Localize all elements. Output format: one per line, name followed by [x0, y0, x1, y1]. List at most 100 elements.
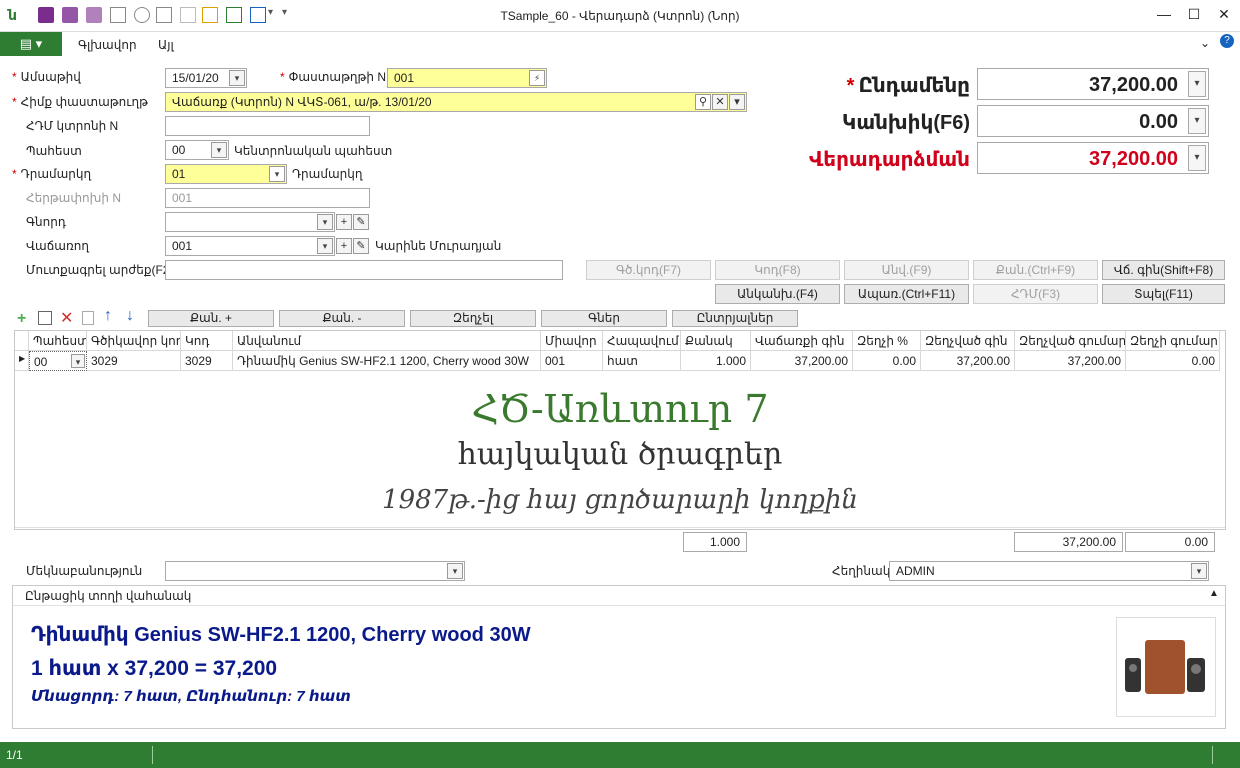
col-header-discounted-sum[interactable]: Զեղչված գումար [1015, 331, 1126, 351]
date-label: Ամսաթիվ [20, 70, 81, 84]
clear-icon[interactable]: ✕ [712, 94, 728, 110]
maximize-button[interactable]: ☐ [1182, 4, 1206, 24]
value-input-label: Մուտքագրել արժեք(F2) [26, 263, 174, 277]
seller-field[interactable]: 001 ▾ [165, 236, 335, 256]
qty-button[interactable]: Քան.(Ctrl+F9) [973, 260, 1098, 280]
edit-row-icon[interactable] [38, 311, 52, 325]
table-row-name-cell[interactable]: Դինամիկ Genius SW-HF2.1 1200, Cherry woo… [233, 351, 541, 371]
col-header-barcode[interactable]: Գծիկավոր կոդ [87, 331, 181, 351]
page-indicator: 1/1 [6, 748, 23, 762]
comment-field[interactable]: ▾ [165, 561, 465, 581]
col-header-discount-sum[interactable]: Զեղչի գումար [1126, 331, 1220, 351]
prepaid-field[interactable]: 0.00 ▾ [977, 105, 1209, 137]
seller-edit-icon[interactable]: ✎ [353, 238, 369, 254]
row-warehouse-dropdown-icon[interactable]: ▾ [71, 354, 85, 368]
docnum-field[interactable]: 001 ⚡ [387, 68, 547, 88]
col-header-qty[interactable]: Քանակ [681, 331, 751, 351]
cashbox-field[interactable]: 01 ▾ [165, 164, 287, 184]
panel-item-name: Դինամիկ Genius SW-HF2.1 1200, Cherry woo… [31, 624, 531, 646]
table-row-unit-cell[interactable]: 001 [541, 351, 603, 371]
noncash-button[interactable]: Անկանխ.(F4) [715, 284, 840, 304]
barcode-button[interactable]: Գծ.կոդ(F7) [586, 260, 711, 280]
author-field[interactable]: ADMIN ▾ [889, 561, 1209, 581]
col-header-sale-price[interactable]: Վաճառքի գին [751, 331, 853, 351]
help-icon[interactable]: ? [1220, 34, 1234, 48]
total-field[interactable]: 37,200.00 ▾ [977, 68, 1209, 100]
collapse-ribbon-icon[interactable]: ⌄ [1200, 36, 1210, 50]
seller-name: Կարինե Մուրադյան [375, 239, 502, 253]
print-button[interactable]: Տպել(F11) [1102, 284, 1225, 304]
col-header-discounted-price[interactable]: Զեղչված գին [921, 331, 1015, 351]
calendar-dropdown-icon[interactable]: ▾ [229, 70, 245, 86]
code-button[interactable]: Կոդ(F8) [715, 260, 840, 280]
buyer-edit-icon[interactable]: ✎ [353, 214, 369, 230]
qty-plus-button[interactable]: Քան. + [148, 310, 274, 327]
table-row-qty-cell[interactable]: 1.000 [681, 351, 751, 371]
value-input-field[interactable] [165, 260, 563, 280]
hdm-button[interactable]: ՀԴՄ(F3) [973, 284, 1098, 304]
buyer-add-icon[interactable]: + [336, 214, 352, 230]
seller-add-icon[interactable]: + [336, 238, 352, 254]
table-row-discounted-sum-cell[interactable]: 37,200.00 [1015, 351, 1126, 371]
minimize-button[interactable]: — [1152, 4, 1176, 24]
file-menu-button[interactable]: ▤ ▾ [0, 32, 62, 56]
base-doc-field[interactable]: Վաճառք (Կտրոն) N ՎԿՏ-061, ա/թ. 13/01/20 [165, 92, 747, 112]
seller-dropdown-icon[interactable]: ▾ [317, 238, 333, 254]
menu-other[interactable]: Այլ [158, 38, 174, 52]
warehouse-dropdown-icon[interactable]: ▾ [211, 142, 227, 158]
sale-price-button[interactable]: Վճ. գին(Shift+F8) [1102, 260, 1225, 280]
table-row-discounted-price-cell[interactable]: 37,200.00 [921, 351, 1015, 371]
copy-row-icon[interactable] [82, 311, 94, 325]
table-row-barcode-cell[interactable]: 3029 [87, 351, 181, 371]
author-label: Հեղինակ [832, 564, 891, 578]
base-doc-dropdown-icon[interactable]: ▾ [729, 94, 745, 110]
items-grid: Պահեստ Գծիկավոր կոդ Կոդ Անվանում Միավոր … [14, 330, 1226, 530]
table-row-abbr-cell[interactable]: հատ [603, 351, 681, 371]
prepaid-dropdown-icon[interactable]: ▾ [1188, 108, 1206, 134]
cashbox-name: Դրամարկղ [292, 167, 363, 181]
table-row-price-cell[interactable]: 37,200.00 [751, 351, 853, 371]
menu-home[interactable]: Գլխավոր [78, 38, 137, 52]
qty-minus-button[interactable]: Քան. - [279, 310, 405, 327]
date-field[interactable]: 15/01/20 ▾ [165, 68, 247, 88]
name-button[interactable]: Անվ.(F9) [844, 260, 969, 280]
col-header-name[interactable]: Անվանում [233, 331, 541, 351]
warehouse-field[interactable]: 00 ▾ [165, 140, 229, 160]
search-icon[interactable]: ⚲ [695, 94, 711, 110]
total-dropdown-icon[interactable]: ▾ [1188, 71, 1206, 97]
table-row-discount-sum-cell[interactable]: 0.00 [1126, 351, 1220, 371]
promo-title: ՀԾ-Առևտուր 7 [471, 387, 769, 431]
comment-dropdown-icon[interactable]: ▾ [447, 563, 463, 579]
table-row-warehouse-cell[interactable]: 00 ▾ [29, 351, 87, 371]
favorites-button[interactable]: Ընտրյալներ [672, 310, 798, 327]
refund-field[interactable]: 37,200.00 ▾ [977, 142, 1209, 174]
collapse-panel-icon[interactable]: ▲ [1209, 588, 1219, 599]
buyer-dropdown-icon[interactable]: ▾ [317, 214, 333, 230]
col-header-abbr[interactable]: Հապավում [603, 331, 681, 351]
refund-dropdown-icon[interactable]: ▾ [1188, 145, 1206, 171]
delete-row-icon[interactable]: ✕ [60, 308, 73, 328]
col-header-discount-pct[interactable]: Զեղչի % [853, 331, 921, 351]
panel-item-stock: Մնացորդ: 7 հատ, Ընդհանուր: 7 հատ [31, 688, 351, 705]
comment-label: Մեկնաբանություն [26, 564, 143, 578]
close-button[interactable]: ✕ [1212, 4, 1236, 24]
cashbox-dropdown-icon[interactable]: ▾ [269, 166, 285, 182]
prices-button[interactable]: Գներ [541, 310, 667, 327]
add-row-icon[interactable]: + [17, 310, 26, 328]
col-header-code[interactable]: Կոդ [181, 331, 233, 351]
table-row-code-cell[interactable]: 3029 [181, 351, 233, 371]
panel-item-calc: 1 հատ x 37,200 = 37,200 [31, 657, 278, 680]
table-row-discount-pct-cell[interactable]: 0.00 [853, 351, 921, 371]
author-dropdown-icon[interactable]: ▾ [1191, 563, 1207, 579]
move-down-icon[interactable]: ↓ [126, 307, 134, 325]
invoice-label: Հերթափոխի N [26, 191, 122, 205]
col-header-warehouse[interactable]: Պահեստ [29, 331, 87, 351]
buyer-field[interactable]: ▾ [165, 212, 335, 232]
move-up-icon[interactable]: ↑ [104, 307, 112, 325]
col-header-unit[interactable]: Միավոր [541, 331, 603, 351]
discount-button[interactable]: Զեղչել [410, 310, 536, 327]
magic-wand-icon[interactable]: ⚡ [529, 70, 545, 86]
promo-subtitle: հայկական ծրագրեր [457, 437, 783, 472]
receipt-field[interactable] [165, 116, 370, 136]
credit-button[interactable]: Ապառ.(Ctrl+F11) [844, 284, 969, 304]
